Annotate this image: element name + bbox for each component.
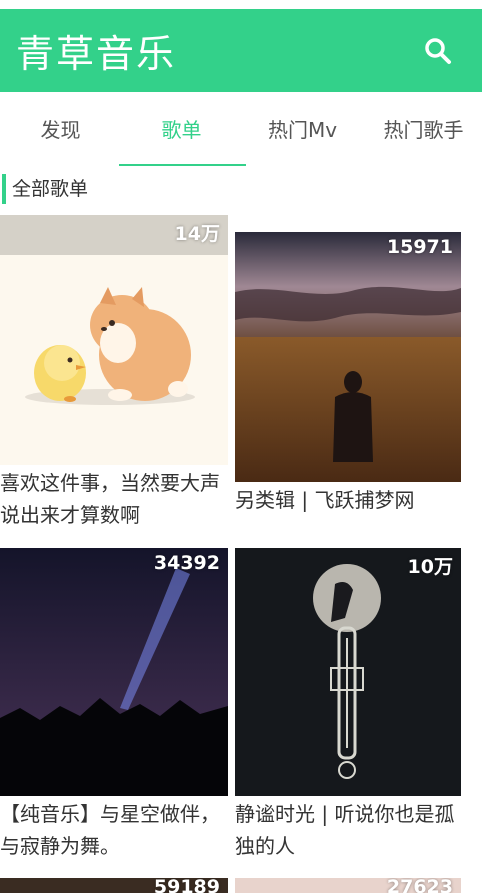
playlist-card[interactable]: 59189	[0, 878, 228, 893]
playlist-cover: 27623	[235, 878, 461, 893]
play-count: 59189	[153, 878, 220, 893]
play-count: 10万	[407, 556, 453, 578]
playlist-card[interactable]: 34392 【纯音乐】与星空做伴，与寂静为舞。	[0, 548, 228, 862]
search-icon	[425, 37, 451, 64]
tab-playlists[interactable]: 歌单	[119, 92, 246, 166]
play-count: 15971	[386, 236, 453, 258]
tab-bar: 发现 歌单 热门Mv 热门歌手	[0, 92, 485, 166]
play-count: 14万	[174, 223, 220, 245]
playlist-name: 静谧时光 | 听说你也是孤独的人	[235, 802, 455, 858]
playlist-name: 【纯音乐】与星空做伴，与寂静为舞。	[0, 802, 220, 858]
app-header: 青草音乐	[0, 9, 482, 92]
playlist-cover: 15971	[235, 232, 461, 482]
playlist-cover: 10万	[235, 548, 461, 796]
playlist-card[interactable]: 10万 静谧时光 | 听说你也是孤独的人	[235, 548, 461, 862]
playlist-card[interactable]: 15971 另类辑 | 飞跃捕梦网	[235, 232, 461, 516]
playlist-name: 喜欢这件事，当然要大声说出来才算数啊	[0, 471, 220, 527]
dog-and-chick-illustration	[25, 287, 195, 405]
playlist-name: 另类辑 | 飞跃捕梦网	[235, 488, 415, 512]
app-title: 青草音乐	[16, 32, 177, 76]
tab-hot-singers[interactable]: 热门歌手	[363, 92, 484, 166]
moon-trumpet-illustration	[235, 548, 461, 796]
play-count: 27623	[386, 878, 453, 893]
playlist-cover: 34392	[0, 548, 228, 796]
field-at-dusk-photo	[235, 232, 461, 482]
playlist-card[interactable]: 14万 喜欢这件事，当然要大声说出来才算数啊	[0, 215, 228, 531]
starry-night-photo	[0, 548, 228, 796]
tab-hot-mv[interactable]: 热门Mv	[242, 92, 363, 166]
tab-discover[interactable]: 发现	[0, 92, 121, 166]
play-count: 34392	[153, 552, 220, 574]
playlist-cover: 14万	[0, 215, 228, 465]
search-button[interactable]	[420, 33, 456, 69]
playlist-card[interactable]: 27623	[235, 878, 461, 893]
playlist-cover: 59189	[0, 878, 228, 893]
section-title: 全部歌单	[2, 174, 88, 204]
